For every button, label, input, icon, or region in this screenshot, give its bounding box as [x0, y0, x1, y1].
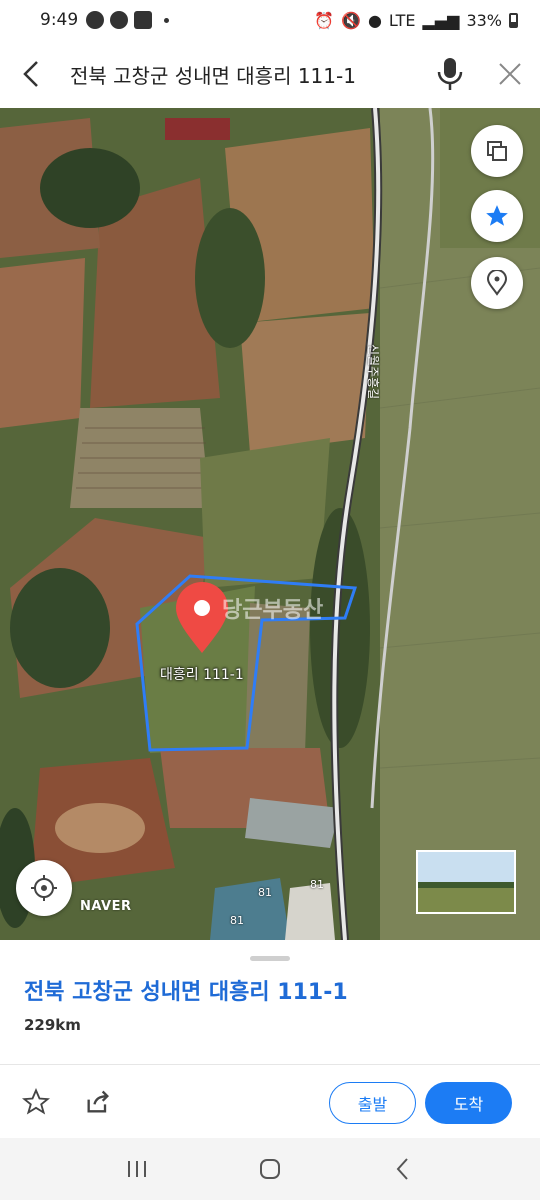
place-info-sheet: 전북 고창군 성내면 대흥리 111-1 229km 출발 도착 — [0, 940, 540, 1138]
status-time: 9:49 — [40, 10, 79, 30]
divider — [0, 1064, 540, 1065]
share-icon — [87, 1090, 109, 1113]
search-query[interactable]: 전북 고창군 성내면 대흥리 111-1 — [64, 60, 420, 89]
road-label: 신월주흥길 — [366, 344, 380, 400]
building-number: 81 — [310, 878, 324, 891]
satellite-map[interactable]: 당근부동산 대흥리 111-1 신월주흥길 81 81 81 NAVER — [0, 108, 540, 940]
home-button[interactable] — [240, 1144, 300, 1194]
save-button[interactable] — [20, 1086, 52, 1118]
gallery-icon — [134, 11, 153, 29]
layers-icon — [487, 141, 507, 161]
street-view-image — [418, 852, 514, 912]
arrive-button[interactable]: 도착 — [425, 1082, 512, 1124]
close-icon — [499, 63, 521, 85]
share-button[interactable] — [82, 1086, 114, 1118]
chevron-left-icon — [23, 61, 38, 87]
search-header: 전북 고창군 성내면 대흥리 111-1 — [0, 40, 540, 108]
place-address[interactable]: 전북 고창군 성내면 대흥리 111-1 — [24, 974, 348, 1006]
building-number: 81 — [258, 886, 272, 899]
favorite-button[interactable] — [471, 190, 523, 242]
talk-icon — [86, 11, 105, 29]
marker-label: 대흥리 111-1 — [160, 667, 244, 683]
satellite-imagery — [0, 108, 540, 940]
pin-outline-icon — [486, 270, 508, 296]
star-icon — [486, 205, 508, 226]
status-right: ⏰ 🔇 ● LTE ▂▄▆ 33% — [314, 11, 518, 30]
sheet-handle[interactable] — [250, 956, 290, 961]
more-notifications-icon — [164, 17, 170, 23]
back-button[interactable] — [0, 40, 64, 108]
voice-search-button[interactable] — [420, 40, 480, 108]
place-button[interactable] — [471, 257, 523, 309]
recent-apps-icon — [127, 1161, 146, 1177]
depart-button[interactable]: 출발 — [329, 1082, 416, 1124]
tag-icon — [110, 11, 129, 29]
system-back-button[interactable] — [373, 1144, 433, 1194]
building-number: 81 — [230, 914, 244, 927]
notification-icons — [86, 11, 170, 29]
network-label: LTE — [388, 10, 416, 30]
system-nav-bar — [0, 1138, 540, 1200]
star-outline-icon — [22, 1088, 50, 1115]
battery-icon — [509, 12, 518, 28]
current-location-button[interactable] — [16, 860, 72, 916]
battery-percent: 33% — [466, 10, 502, 30]
watermark-text: 당근부동산 — [222, 598, 324, 623]
location-icon: ● — [367, 10, 382, 30]
alarm-icon: ⏰ — [314, 10, 335, 30]
signal-icon: ▂▄▆ — [422, 10, 460, 30]
microphone-icon — [437, 58, 463, 90]
close-button[interactable] — [480, 40, 540, 108]
status-bar: 9:49 ⏰ 🔇 ● LTE ▂▄▆ 33% — [0, 0, 540, 40]
mute-icon: 🔇 — [341, 10, 361, 30]
naver-logo: NAVER — [80, 899, 132, 914]
place-distance: 229km — [24, 1016, 81, 1034]
layers-button[interactable] — [471, 125, 523, 177]
back-icon — [396, 1158, 409, 1180]
crosshair-icon — [31, 875, 57, 901]
street-view-thumbnail[interactable] — [416, 850, 516, 914]
home-icon — [259, 1159, 280, 1179]
recent-apps-button[interactable] — [107, 1144, 167, 1194]
